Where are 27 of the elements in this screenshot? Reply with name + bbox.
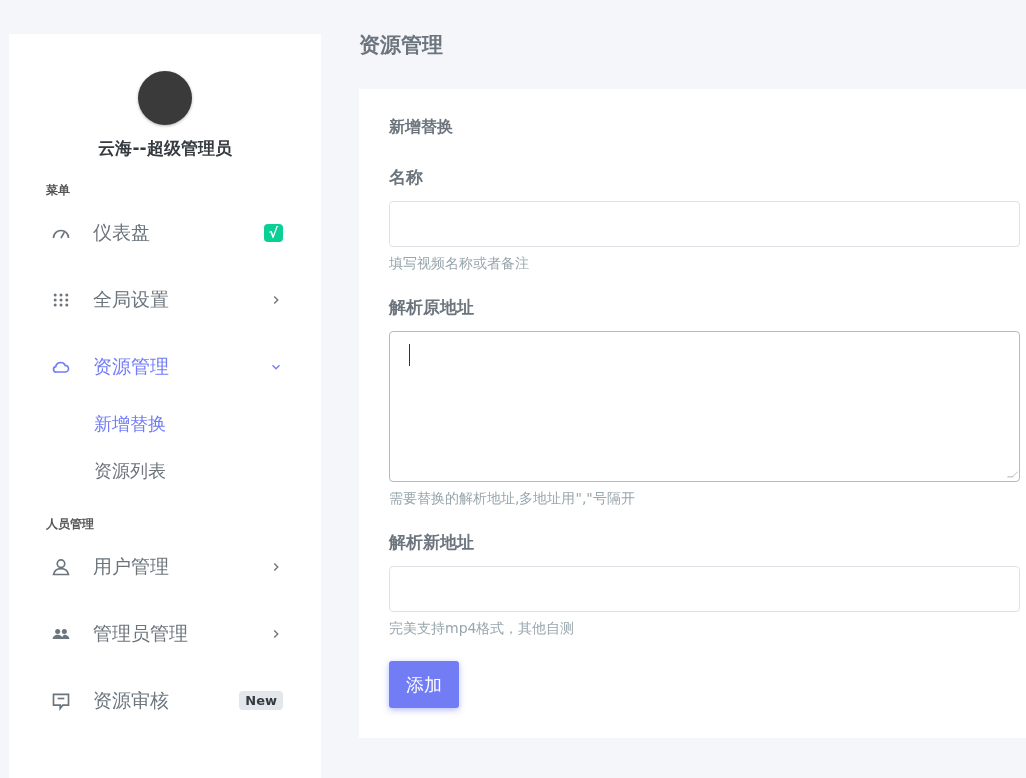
- page-title: 资源管理: [359, 34, 444, 59]
- submenu-item[interactable]: 新增替换: [9, 400, 321, 447]
- new-badge: New: [239, 691, 283, 710]
- submenu-item[interactable]: 资源列表: [9, 447, 321, 494]
- menu-item[interactable]: 仪表盘 √: [9, 199, 321, 266]
- menu-item[interactable]: 资源管理: [9, 333, 321, 400]
- field-label: 解析新地址: [389, 531, 475, 554]
- help-text: 填写视频名称或者备注: [389, 255, 530, 273]
- field-label: 名称: [389, 166, 424, 189]
- check-badge: √: [263, 223, 283, 242]
- input-field[interactable]: [389, 201, 1020, 247]
- menu-item[interactable]: 全局设置: [9, 266, 321, 333]
- input-field[interactable]: [389, 566, 1020, 612]
- user-icon: [51, 556, 71, 577]
- field-label: 解析原地址: [389, 296, 475, 319]
- help-text: 需要替换的解析地址,多地址用","号隔开: [389, 490, 636, 508]
- form-title: 新增替换: [389, 117, 454, 138]
- avatar-photo: [138, 71, 192, 125]
- menu-item[interactable]: 管理员管理: [9, 600, 321, 667]
- help-text: 完美支持mp4格式，其他自测: [389, 620, 576, 638]
- menu-section-title: 菜单: [45, 182, 71, 199]
- user-name: 云海--超级管理员: [98, 137, 232, 160]
- menu-item[interactable]: 资源审核 New: [9, 667, 321, 734]
- add-button[interactable]: 添加: [389, 661, 459, 708]
- menu-item[interactable]: 用户管理: [9, 533, 321, 600]
- menu-section-title: 人员管理: [45, 516, 95, 533]
- textarea-field[interactable]: [389, 331, 1020, 482]
